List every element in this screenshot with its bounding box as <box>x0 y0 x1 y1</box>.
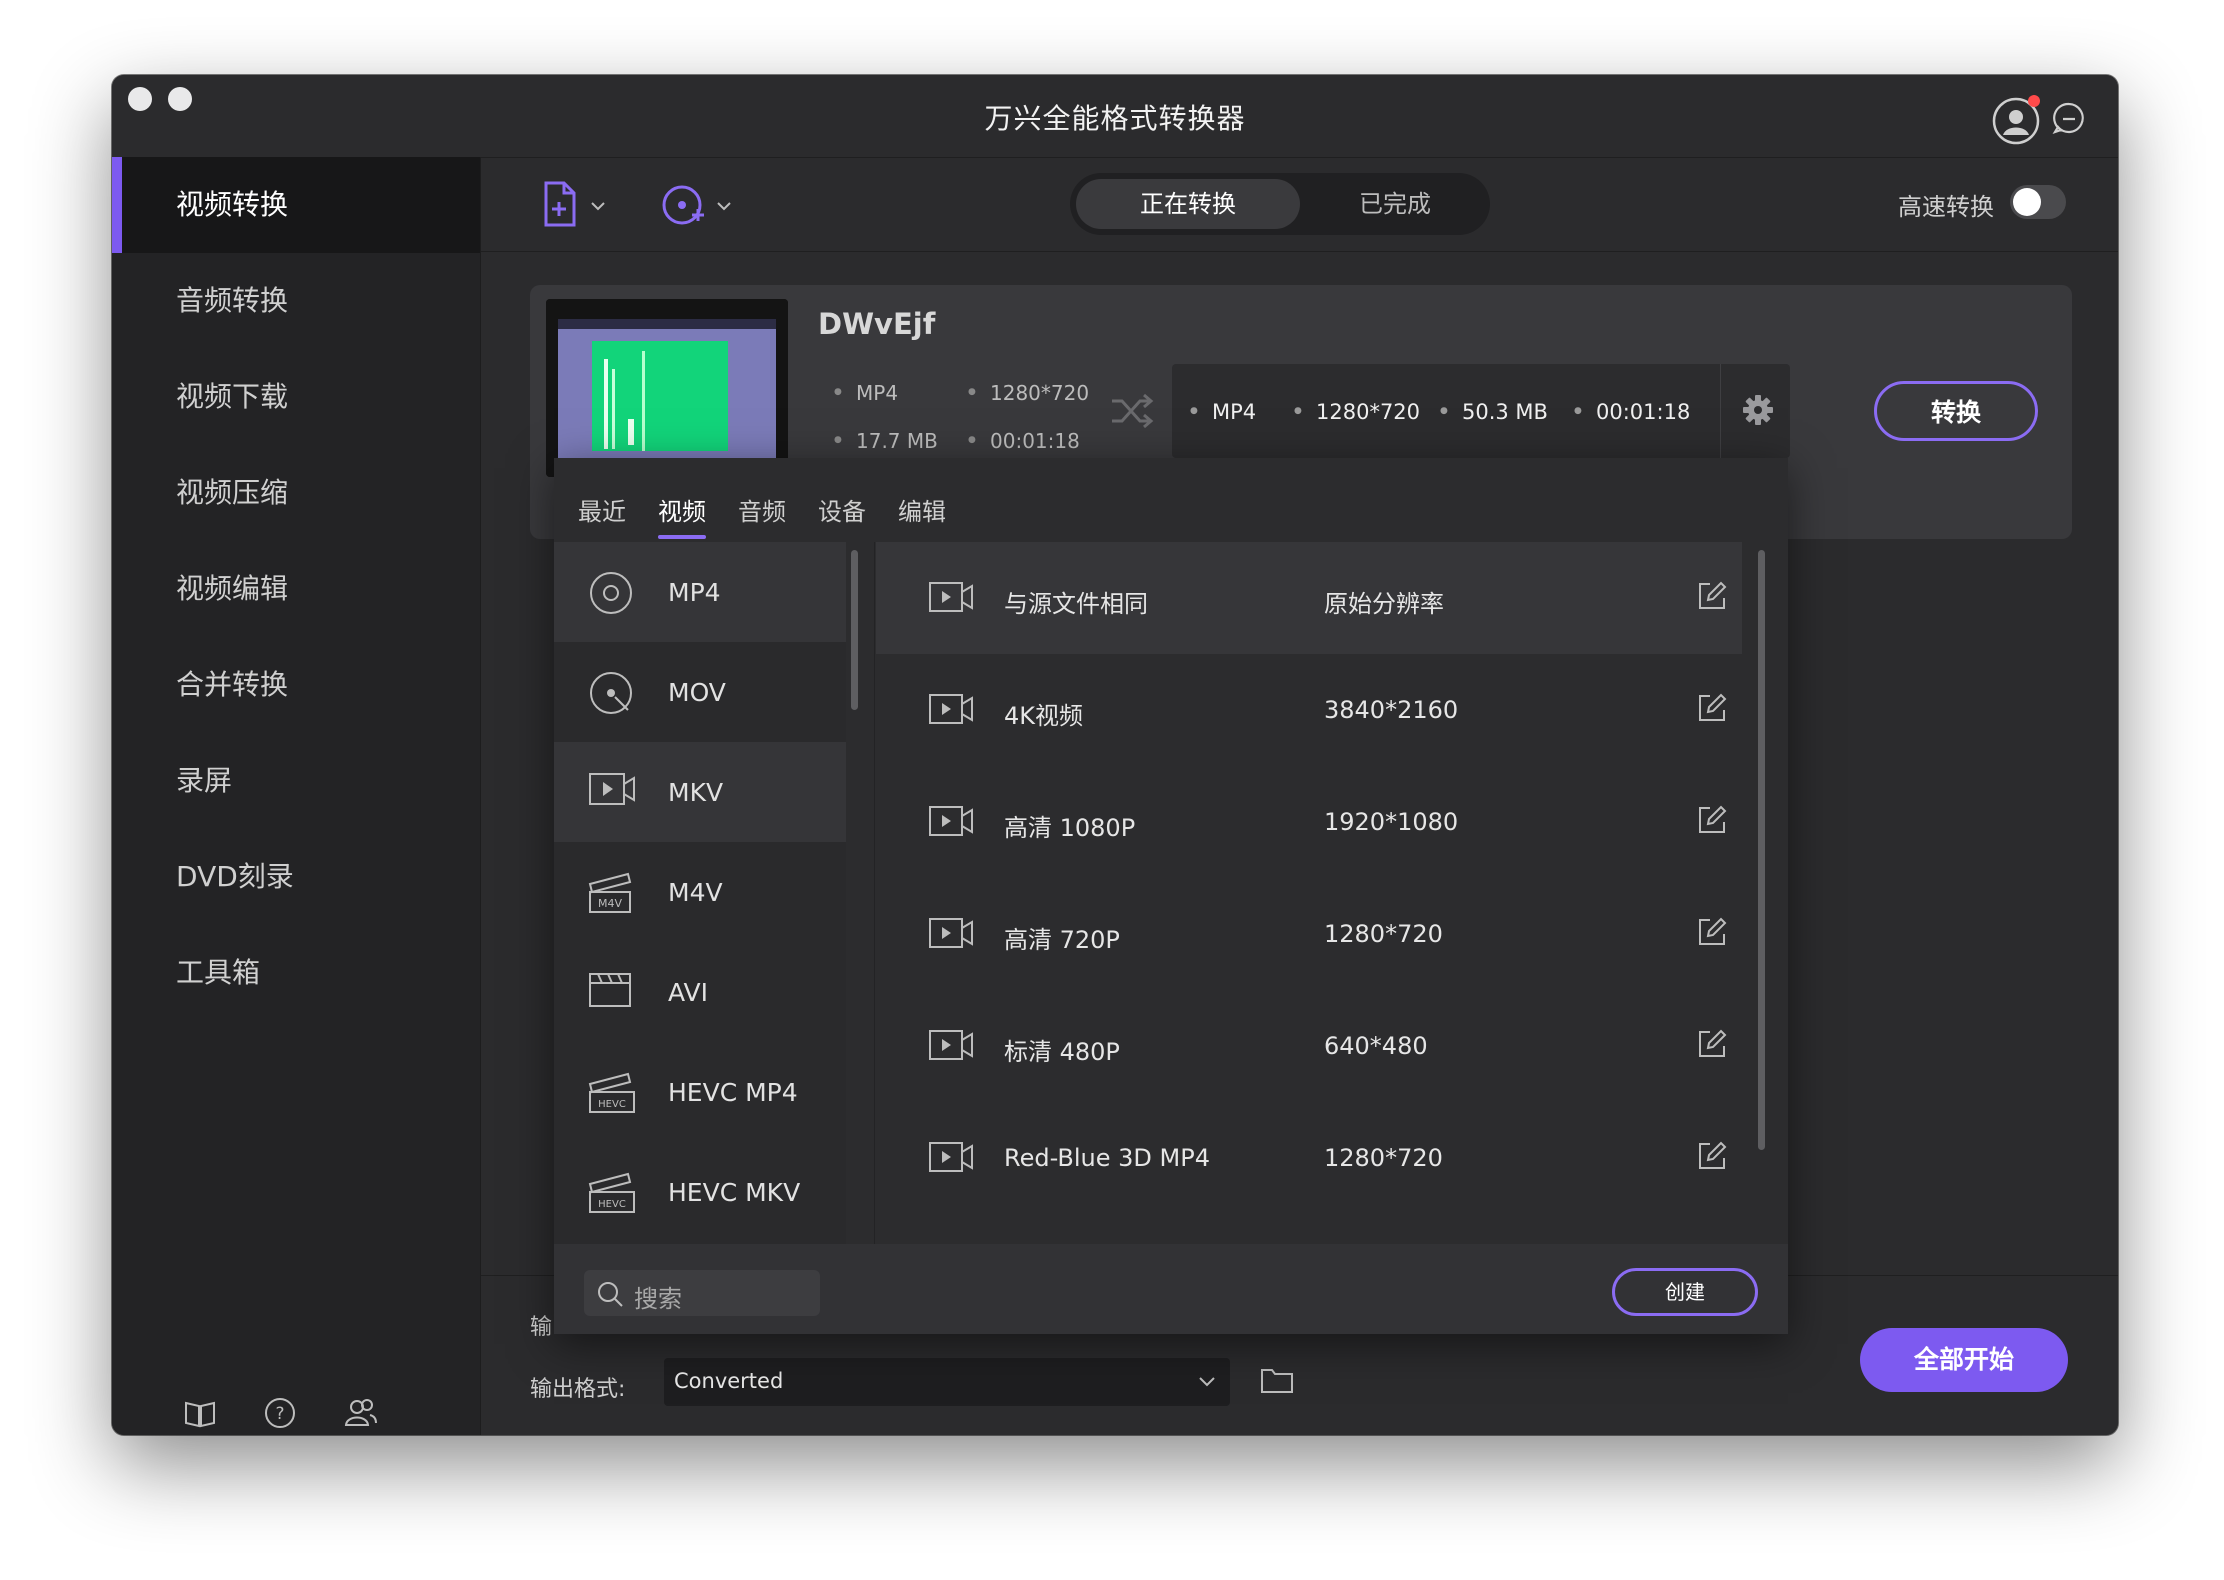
preset-row-480p[interactable]: 标清 480P 640*480 <box>876 990 1742 1102</box>
preset-list-scrollbar[interactable] <box>1758 550 1765 1150</box>
tab-edit[interactable]: 编辑 <box>898 492 946 527</box>
video-play-icon <box>928 580 974 618</box>
output-format-select[interactable]: Converted <box>664 1358 1230 1406</box>
source-resolution: 1280*720 <box>968 381 1089 405</box>
format-item-mov[interactable]: MOV <box>554 642 846 742</box>
book-icon[interactable] <box>184 1399 216 1433</box>
preset-row-source[interactable]: 与源文件相同 原始分辨率 <box>876 542 1742 654</box>
convert-status-tabs: 正在转换 已完成 <box>1070 173 1490 235</box>
help-icon[interactable]: ? <box>264 1397 296 1433</box>
disc-search-icon <box>588 670 634 720</box>
svg-text:M4V: M4V <box>598 897 622 910</box>
gear-icon[interactable] <box>1742 394 1774 430</box>
edit-icon[interactable] <box>1696 1028 1728 1064</box>
video-icon <box>588 770 636 814</box>
add-file-icon[interactable] <box>542 181 612 235</box>
hevc-icon: HEVC <box>588 1170 636 1218</box>
tab-device[interactable]: 设备 <box>818 492 866 527</box>
video-play-icon <box>928 1140 974 1178</box>
preset-row-4k[interactable]: 4K视频 3840*2160 <box>876 654 1742 766</box>
title-bar: 万兴全能格式转换器 <box>112 75 2118 158</box>
hevc-icon: HEVC <box>588 1070 636 1118</box>
target-format-box[interactable]: MP4 1280*720 50.3 MB 00:01:18 <box>1172 364 1790 458</box>
window-title: 万兴全能格式转换器 <box>984 102 1246 135</box>
edit-icon[interactable] <box>1696 580 1728 616</box>
video-play-icon <box>928 1028 974 1066</box>
clapper-icon <box>588 970 634 1014</box>
output-format-value: Converted <box>674 1369 784 1393</box>
target-duration: 00:01:18 <box>1574 400 1690 424</box>
target-resolution: 1280*720 <box>1294 400 1420 424</box>
source-size: 17.7 MB <box>834 429 938 453</box>
sidebar-item-video-compress[interactable]: 视频压缩 <box>112 445 480 541</box>
high-speed-label: 高速转换 <box>1898 193 1994 221</box>
format-item-hevc-mkv[interactable]: HEVC HEVC MKV <box>554 1142 846 1242</box>
edit-icon[interactable] <box>1696 804 1728 840</box>
format-item-avi[interactable]: AVI <box>554 942 846 1042</box>
chevron-down-icon <box>1198 1374 1216 1393</box>
output-location-label: 输 <box>530 1315 553 1340</box>
preset-row-3d[interactable]: Red-Blue 3D MP4 1280*720 <box>876 1102 1742 1214</box>
video-play-icon <box>928 916 974 954</box>
search-icon <box>596 1280 624 1312</box>
m4v-icon: M4V <box>588 870 636 918</box>
add-dvd-icon[interactable] <box>662 181 738 235</box>
format-item-hevc-mp4[interactable]: HEVC HEVC MP4 <box>554 1042 846 1142</box>
target-size: 50.3 MB <box>1440 400 1548 424</box>
folder-icon[interactable] <box>1260 1365 1294 1399</box>
source-duration: 00:01:18 <box>968 429 1080 453</box>
target-format: MP4 <box>1190 400 1256 424</box>
preset-row-1080p[interactable]: 高清 1080P 1920*1080 <box>876 766 1742 878</box>
sidebar-item-video-edit[interactable]: 视频编辑 <box>112 541 480 637</box>
source-format: MP4 <box>834 381 898 405</box>
create-button[interactable]: 创建 <box>1612 1268 1758 1316</box>
file-name: DWvEjf <box>818 307 936 341</box>
format-list: MP4 MOV MKV M4V M4V AVI HEVC HEVC MP4 HE… <box>554 542 846 1244</box>
disc-icon <box>588 570 634 620</box>
svg-text:HEVC: HEVC <box>598 1199 626 1210</box>
format-item-mp4[interactable]: MP4 <box>554 542 846 642</box>
account-icon[interactable] <box>1992 93 2044 149</box>
svg-text:HEVC: HEVC <box>598 1099 626 1110</box>
format-list-scrollbar[interactable] <box>851 550 858 710</box>
shuffle-icon <box>1110 391 1154 435</box>
format-item-mkv[interactable]: MKV <box>554 742 846 842</box>
sidebar: 视频转换 音频转换 视频下载 视频压缩 视频编辑 合并转换 录屏 DVD刻录 工… <box>112 157 481 1435</box>
convert-button[interactable]: 转换 <box>1874 381 2038 441</box>
svg-text:?: ? <box>275 1404 284 1424</box>
format-dropdown-panel: 最近 视频 音频 设备 编辑 MP4 MOV MKV M4V M4V AVI H… <box>554 458 1788 1334</box>
tab-finished[interactable]: 已完成 <box>1306 179 1484 229</box>
edit-icon[interactable] <box>1696 692 1728 728</box>
edit-icon[interactable] <box>1696 1140 1728 1176</box>
sidebar-item-video-download[interactable]: 视频下载 <box>112 349 480 445</box>
tab-video[interactable]: 视频 <box>658 492 706 539</box>
users-icon[interactable] <box>344 1397 378 1433</box>
sidebar-item-audio-convert[interactable]: 音频转换 <box>112 253 480 349</box>
app-window: 万兴全能格式转换器 视频转换 音频转换 视频下载 视频压缩 视频编辑 合并转换 … <box>112 75 2118 1435</box>
sidebar-item-dvd-burn[interactable]: DVD刻录 <box>112 829 480 925</box>
sidebar-item-merge-convert[interactable]: 合并转换 <box>112 637 480 733</box>
format-item-m4v[interactable]: M4V M4V <box>554 842 846 942</box>
search-placeholder: 搜索 <box>634 1285 682 1313</box>
high-speed-toggle[interactable] <box>2010 185 2066 219</box>
sidebar-item-screen-record[interactable]: 录屏 <box>112 733 480 829</box>
panel-footer: 搜索 创建 <box>554 1244 1788 1334</box>
edit-icon[interactable] <box>1696 916 1728 952</box>
start-all-button[interactable]: 全部开始 <box>1860 1328 2068 1392</box>
feedback-icon[interactable] <box>2052 101 2086 139</box>
tab-recent[interactable]: 最近 <box>578 492 626 527</box>
video-play-icon <box>928 692 974 730</box>
tab-converting[interactable]: 正在转换 <box>1076 179 1300 229</box>
sidebar-item-video-convert[interactable]: 视频转换 <box>112 157 480 253</box>
search-input[interactable]: 搜索 <box>584 1270 820 1316</box>
output-format-label: 输出格式: <box>530 1377 626 1402</box>
video-thumbnail[interactable] <box>546 299 788 477</box>
video-play-icon <box>928 804 974 842</box>
tab-audio[interactable]: 音频 <box>738 492 786 527</box>
sidebar-item-toolbox[interactable]: 工具箱 <box>112 925 480 1021</box>
preset-row-720p[interactable]: 高清 720P 1280*720 <box>876 878 1742 990</box>
